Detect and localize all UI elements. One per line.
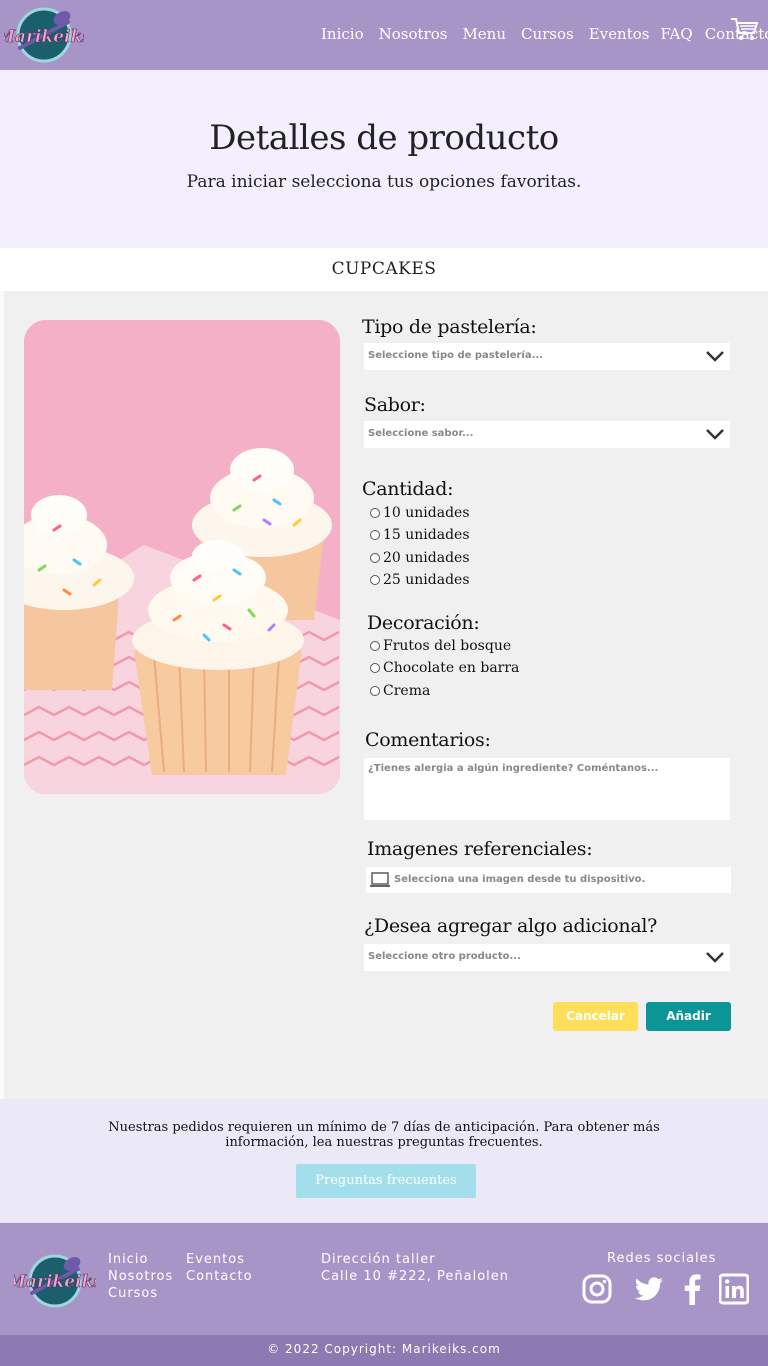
tipo-label: Tipo de pastelería: xyxy=(362,316,537,338)
cantidad-option[interactable]: 25 unidades xyxy=(370,572,470,588)
radio-button[interactable] xyxy=(370,575,380,585)
address-title: Dirección taller xyxy=(321,1252,436,1267)
tipo-select[interactable]: Seleccione tipo de pastelería... xyxy=(364,343,730,370)
cantidad-option-label: 20 unidades xyxy=(383,550,470,566)
nav-inicio[interactable]: Inicio xyxy=(321,25,364,43)
faq-button[interactable]: Preguntas frecuentes xyxy=(296,1164,476,1198)
cantidad-label: Cantidad: xyxy=(362,478,454,500)
comentarios-placeholder: ¿Tienes alergia a algún ingrediente? Com… xyxy=(368,763,659,774)
radio-button[interactable] xyxy=(370,641,380,651)
chevron-down-icon xyxy=(706,429,724,440)
cantidad-option[interactable]: 10 unidades xyxy=(370,505,470,521)
comentarios-textarea[interactable]: ¿Tienes alergia a algún ingrediente? Com… xyxy=(364,758,730,820)
cantidad-option[interactable]: 20 unidades xyxy=(370,550,470,566)
sabor-placeholder: Seleccione sabor... xyxy=(368,428,474,439)
cantidad-option-label: 25 unidades xyxy=(383,572,470,588)
decoracion-option-label: Chocolate en barra xyxy=(383,660,520,676)
imagenes-label: Imagenes referenciales: xyxy=(367,838,593,860)
sabor-label: Sabor: xyxy=(364,394,426,416)
nav-cursos[interactable]: Cursos xyxy=(521,25,574,43)
chevron-down-icon xyxy=(706,952,724,963)
nav-faq[interactable]: FAQ xyxy=(660,25,692,43)
marikeiks-logo[interactable]: Marikeiks xyxy=(4,4,84,66)
notice-section: Nuestras pedidos requieren un mínimo de … xyxy=(0,1099,768,1223)
twitter-icon[interactable] xyxy=(633,1273,665,1305)
decoracion-option-label: Crema xyxy=(383,683,431,699)
radio-button[interactable] xyxy=(370,553,380,563)
radio-button[interactable] xyxy=(370,508,380,518)
cantidad-option-label: 15 unidades xyxy=(383,527,470,543)
copyright-bar: © 2022 Copyright: Marikeiks.com xyxy=(0,1335,768,1366)
add-button[interactable]: Añadir xyxy=(646,1002,731,1031)
footer-links-col2: Eventos Contacto xyxy=(186,1251,253,1285)
adicional-label: ¿Desea agregar algo adicional? xyxy=(364,915,658,937)
decoracion-option[interactable]: Frutos del bosque xyxy=(370,638,511,654)
page-title: Detalles de producto xyxy=(209,118,559,158)
site-header: Marikeiks Inicio Nosotros Menu Cursos Ev… xyxy=(0,0,768,70)
radio-button[interactable] xyxy=(370,530,380,540)
instagram-icon[interactable] xyxy=(581,1273,613,1305)
footer-logo[interactable]: Marikeiks xyxy=(14,1249,96,1309)
footer-link-eventos[interactable]: Eventos xyxy=(186,1251,253,1268)
chevron-down-icon xyxy=(706,351,724,362)
nav-menu[interactable]: Menu xyxy=(462,25,506,43)
nav-eventos[interactable]: Eventos xyxy=(589,25,650,43)
footer-link-nosotros[interactable]: Nosotros xyxy=(108,1268,173,1285)
image-upload-field[interactable]: Selecciona una imagen desde tu dispositi… xyxy=(366,867,731,893)
footer-address: Dirección taller Calle 10 #222, Peñalole… xyxy=(321,1251,509,1285)
decoracion-option[interactable]: Crema xyxy=(370,683,430,699)
site-footer: Marikeiks Inicio Nosotros Cursos Eventos… xyxy=(0,1223,768,1335)
product-name: CUPCAKES xyxy=(0,248,768,291)
decoracion-option-label: Frutos del bosque xyxy=(383,638,512,654)
footer-link-inicio[interactable]: Inicio xyxy=(108,1251,173,1268)
comentarios-label: Comentarios: xyxy=(365,729,491,751)
cantidad-option-label: 10 unidades xyxy=(383,505,470,521)
laptop-icon xyxy=(370,872,390,887)
nav-nosotros[interactable]: Nosotros xyxy=(379,25,448,43)
cart-icon[interactable] xyxy=(730,16,758,42)
facebook-icon[interactable] xyxy=(681,1273,703,1305)
footer-links-col1: Inicio Nosotros Cursos xyxy=(108,1251,173,1302)
decoracion-label: Decoración: xyxy=(367,612,480,634)
footer-link-cursos[interactable]: Cursos xyxy=(108,1285,173,1302)
notice-text: Nuestras pedidos requieren un mínimo de … xyxy=(108,1120,660,1150)
address-text: Calle 10 #222, Peñalolen xyxy=(321,1269,510,1284)
adicional-placeholder: Seleccione otro producto... xyxy=(368,951,521,962)
linkedin-icon[interactable] xyxy=(719,1273,749,1305)
section-edge xyxy=(0,291,4,1099)
product-image xyxy=(24,320,340,794)
radio-button[interactable] xyxy=(370,686,380,696)
svg-text:Marikeiks: Marikeiks xyxy=(4,27,84,47)
page-subtitle: Para iniciar selecciona tus opciones fav… xyxy=(186,172,582,192)
footer-link-contacto[interactable]: Contacto xyxy=(186,1268,253,1285)
decoracion-option[interactable]: Chocolate en barra xyxy=(370,660,519,676)
tipo-placeholder: Seleccione tipo de pastelería... xyxy=(368,350,544,361)
radio-button[interactable] xyxy=(370,663,380,673)
social-title: Redes sociales xyxy=(607,1251,717,1266)
main-nav: Inicio Nosotros Menu Cursos Eventos FAQ … xyxy=(321,25,768,43)
adicional-select[interactable]: Seleccione otro producto... xyxy=(364,944,730,971)
cantidad-option[interactable]: 15 unidades xyxy=(370,527,470,543)
hero-section: Detalles de producto Para iniciar selecc… xyxy=(0,70,768,248)
cancel-button[interactable]: Cancelar xyxy=(553,1002,638,1031)
svg-text:Marikeiks: Marikeiks xyxy=(14,1272,96,1292)
imagenes-placeholder: Selecciona una imagen desde tu dispositi… xyxy=(394,874,646,885)
sabor-select[interactable]: Seleccione sabor... xyxy=(364,421,730,448)
